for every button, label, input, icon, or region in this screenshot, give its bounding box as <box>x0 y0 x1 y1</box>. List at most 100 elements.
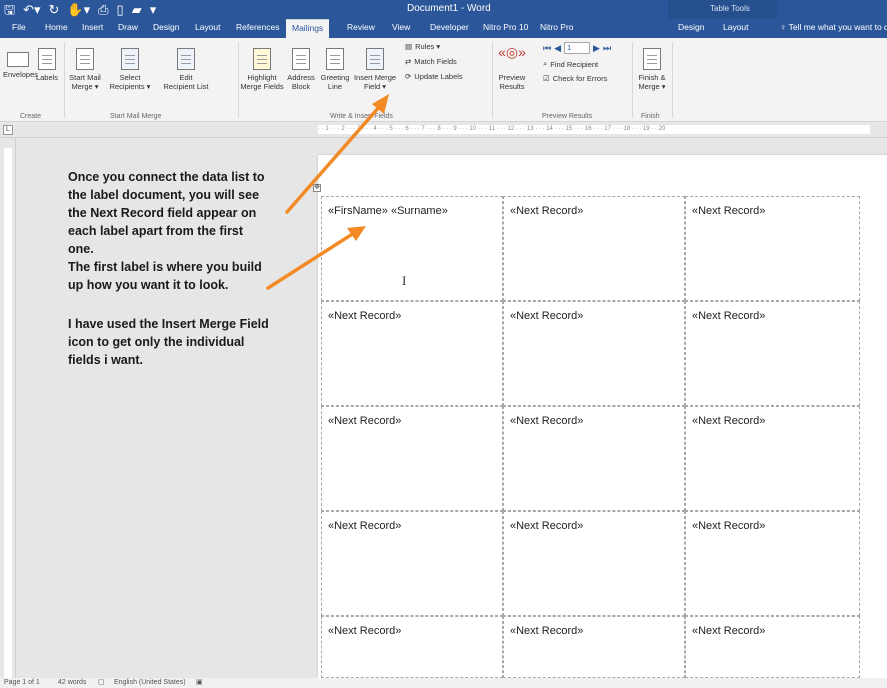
tab-table-design[interactable]: Design <box>678 22 704 32</box>
tab-nitro-pro-10[interactable]: Nitro Pro 10 <box>483 22 528 32</box>
label-cell[interactable]: «Next Record» <box>321 511 503 616</box>
label-cell[interactable]: «Next Record» <box>503 406 685 511</box>
tab-home[interactable]: Home <box>45 22 68 32</box>
lightbulb-icon: ♀ <box>780 22 789 32</box>
label-cell[interactable]: «Next Record» <box>685 511 860 616</box>
label-cell-first[interactable]: «FirsName» «Surname» <box>321 196 503 301</box>
address-line2: Block <box>291 82 311 91</box>
label-cell[interactable]: «Next Record» <box>321 406 503 511</box>
tell-me-box[interactable]: ♀ Tell me what you want to d <box>780 22 887 32</box>
annotation-note-1: Once you connect the data list to the la… <box>68 168 300 294</box>
open-icon[interactable]: ▰ <box>132 1 142 18</box>
annotation-line: the label document, you will see <box>68 188 260 202</box>
label-cell[interactable]: «Next Record» <box>685 616 860 678</box>
label-cell[interactable]: «Next Record» <box>685 301 860 406</box>
language-indicator[interactable]: English (United States) <box>114 678 186 688</box>
annotation-line: fields i want. <box>68 353 144 367</box>
preview-line2: Results <box>499 82 525 91</box>
address-line1: Address <box>287 73 315 82</box>
record-number-input[interactable]: 1 <box>564 42 591 54</box>
word-count[interactable]: 42 words <box>58 678 86 688</box>
select-recipients-line2: Recipients ▾ <box>109 82 151 91</box>
previous-record-icon[interactable]: ◀ <box>554 43 561 54</box>
next-record-field: «Next Record» <box>510 310 584 322</box>
horizontal-ruler[interactable]: L · · 1 · · · 2 · · · 3 · · · 4 · · · 5 … <box>0 122 887 138</box>
label-cell[interactable]: «Next Record» <box>503 511 685 616</box>
tab-selector[interactable]: L <box>3 125 13 135</box>
touch-mode-icon[interactable]: ✋▾ <box>67 1 90 18</box>
label-cell[interactable]: «Next Record» <box>685 406 860 511</box>
tab-layout[interactable]: Layout <box>195 22 221 32</box>
macro-recording-icon[interactable]: ▣ <box>196 678 203 688</box>
group-write-label: Write & Insert Fields <box>330 113 393 120</box>
save-icon[interactable]: 🖫 <box>4 1 15 18</box>
next-record-field: «Next Record» <box>510 520 584 532</box>
tab-insert[interactable]: Insert <box>82 22 103 32</box>
page-count[interactable]: Page 1 of 1 <box>4 678 40 688</box>
find-recipient-button[interactable]: ⌕ Find Recipient <box>543 59 598 69</box>
rules-button[interactable]: ▤ Rules ▾ <box>405 42 440 51</box>
insert-merge-field-button[interactable]: Insert Merge Field ▾ <box>352 48 398 91</box>
status-bar: Page 1 of 1 42 words ▢ English (United S… <box>0 678 887 688</box>
label-cell[interactable]: «Next Record» <box>685 196 860 301</box>
start-mail-merge-icon <box>76 48 94 70</box>
first-record-icon[interactable]: ⏮ <box>543 43 551 54</box>
preview-results-button[interactable]: «◎» Preview Results <box>496 45 528 91</box>
tab-nitro-pro[interactable]: Nitro Pro <box>540 22 574 32</box>
highlight-merge-fields-button[interactable]: Highlight Merge Fields <box>240 48 284 91</box>
next-record-field: «Next Record» <box>510 205 584 217</box>
annotation-note-2: I have used the Insert Merge Field icon … <box>68 315 300 369</box>
ruler-scale: · · 1 · · · 2 · · · 3 · · · 4 · · · 5 · … <box>318 125 870 134</box>
find-recipient-label: Find Recipient <box>550 59 599 69</box>
tab-design[interactable]: Design <box>153 22 179 32</box>
tab-review[interactable]: Review <box>347 22 375 32</box>
tab-draw[interactable]: Draw <box>118 22 138 32</box>
address-block-icon <box>292 48 310 70</box>
undo-icon[interactable]: ↶▾ <box>23 1 40 18</box>
select-recipients-button[interactable]: Select Recipients ▾ <box>105 48 155 91</box>
update-labels-label: Update Labels <box>414 72 463 81</box>
label-cell[interactable]: «Next Record» <box>503 301 685 406</box>
start-mail-merge-button[interactable]: Start Mail Merge ▾ <box>66 48 104 91</box>
next-record-field: «Next Record» <box>692 415 766 427</box>
annotation-line: one. <box>68 242 94 256</box>
table-move-handle[interactable]: ✥ <box>313 184 321 192</box>
group-create-label: Create <box>20 113 42 120</box>
label-cell[interactable]: «Next Record» <box>321 616 503 678</box>
check-errors-icon: ☑ <box>543 74 550 83</box>
vertical-ruler[interactable] <box>0 138 16 678</box>
proofing-icon[interactable]: ▢ <box>98 678 105 688</box>
tab-file[interactable]: File <box>12 22 26 32</box>
label-cell[interactable]: «Next Record» <box>503 196 685 301</box>
label-cell[interactable]: «Next Record» <box>321 301 503 406</box>
customize-icon[interactable]: ▾ <box>150 1 157 18</box>
last-record-icon[interactable]: ⏭ <box>603 43 611 54</box>
first-label-fields: «FirsName» «Surname» <box>328 205 448 217</box>
ribbon-tabs: File Home Insert Draw Design Layout Refe… <box>0 19 887 38</box>
labels-button[interactable]: Labels <box>34 48 60 82</box>
match-fields-label: Match Fields <box>414 57 457 66</box>
tab-table-layout[interactable]: Layout <box>723 22 749 32</box>
tab-references[interactable]: References <box>236 22 279 32</box>
check-errors-button[interactable]: ☑ Check for Errors <box>543 74 607 83</box>
tab-view[interactable]: View <box>392 22 410 32</box>
table-tools-label: Table Tools <box>710 4 750 13</box>
next-record-field: «Next Record» <box>692 520 766 532</box>
update-labels-button[interactable]: ⟳ Update Labels <box>405 72 463 81</box>
start-mail-merge-line1: Start Mail <box>69 73 101 82</box>
label-cell[interactable]: «Next Record» <box>503 616 685 678</box>
quick-access-toolbar: 🖫 ↶▾ ↻ ✋▾ ⎙ ▯ ▰ ▾ <box>4 1 156 18</box>
next-record-icon[interactable]: ▶ <box>593 43 600 54</box>
print-preview-icon[interactable]: ⎙ <box>98 1 108 18</box>
edit-recipient-list-button[interactable]: Edit Recipient List <box>157 48 215 91</box>
tab-developer[interactable]: Developer <box>430 22 469 32</box>
envelopes-button[interactable]: Envelopes <box>3 48 38 79</box>
address-block-button[interactable]: Address Block <box>284 48 318 91</box>
new-document-icon[interactable]: ▯ <box>117 1 124 18</box>
match-fields-button[interactable]: ⇄ Match Fields <box>405 57 457 66</box>
group-preview-label: Preview Results <box>542 113 593 120</box>
tab-mailings[interactable]: Mailings <box>286 19 330 38</box>
finish-merge-button[interactable]: Finish & Merge ▾ <box>635 48 669 91</box>
redo-icon[interactable]: ↻ <box>49 1 60 18</box>
greeting-line-button[interactable]: Greeting Line <box>318 48 352 91</box>
